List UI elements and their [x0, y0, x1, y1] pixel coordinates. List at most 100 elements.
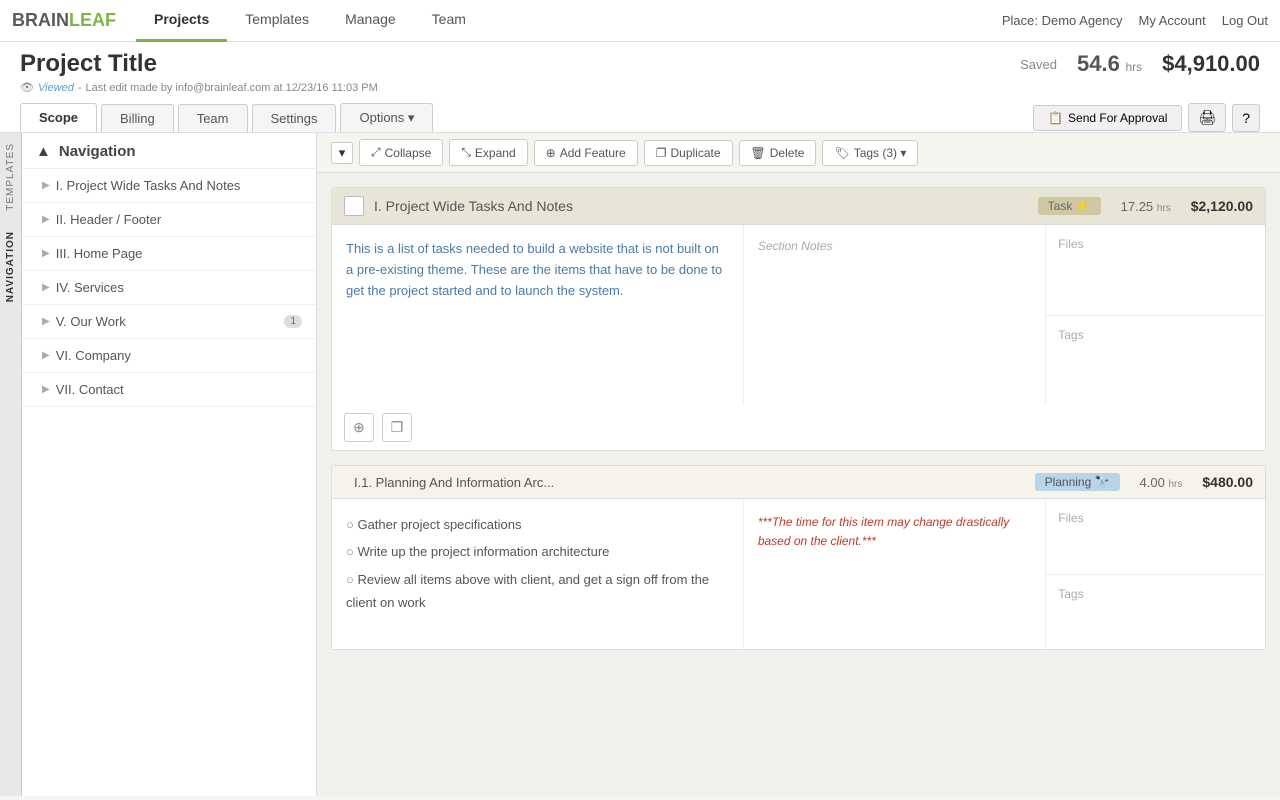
nav-item-3[interactable]: ▶ III. Home Page [22, 237, 316, 271]
nav-label-5: V. Our Work [56, 314, 126, 329]
nav-header: ▲ Navigation [22, 133, 316, 169]
nav-label-7: VII. Contact [56, 382, 124, 397]
section-2-task-list: Gather project specifications Write up t… [346, 513, 729, 615]
tab-scope[interactable]: Scope [20, 103, 97, 132]
nav-manage[interactable]: Manage [327, 0, 414, 42]
tab-settings[interactable]: Settings [252, 104, 337, 132]
meta-edit-info: Last edit made by info@brainleaf.com at … [86, 82, 378, 94]
vert-templates-label[interactable]: Templates [2, 133, 19, 221]
nav-items: ▶ I. Project Wide Tasks And Notes ▶ II. … [22, 169, 316, 796]
sidebar-vertical-labels: Templates Navigation [0, 133, 22, 796]
section-1-body: This is a list of tasks needed to build … [332, 225, 1265, 405]
tab-options[interactable]: Options ▾ [340, 103, 433, 132]
section-1-right: Files Tags [1046, 225, 1265, 405]
tab-bar-right: 📋 Send For Approval 🖨 ? [1013, 103, 1260, 132]
nav-arrow-4: ▶ [42, 282, 50, 293]
nav-title: Navigation [59, 143, 136, 160]
tags-label: Tags (3) ▾ [854, 146, 907, 160]
section-1-header: I. Project Wide Tasks And Notes Task ⚡ 1… [332, 188, 1265, 225]
place-label: Place: Demo Agency [1002, 13, 1123, 28]
section-1-notes[interactable]: Section Notes [744, 225, 1046, 405]
nav-arrow-1: ▶ [42, 180, 50, 191]
nav-item-2[interactable]: ▶ II. Header / Footer [22, 203, 316, 237]
nav-item-6[interactable]: ▶ VI. Company [22, 339, 316, 373]
section-1-description[interactable]: This is a list of tasks needed to build … [332, 225, 744, 405]
nav-item-5[interactable]: ▶ V. Our Work 1 [22, 305, 316, 339]
my-account-link[interactable]: My Account [1139, 13, 1206, 28]
nav-arrow-6: ▶ [42, 350, 50, 361]
nav-item-7[interactable]: ▶ VII. Contact [22, 373, 316, 407]
vert-navigation-label[interactable]: Navigation [2, 221, 19, 312]
nav-label-4: IV. Services [56, 280, 124, 295]
top-nav-right: Place: Demo Agency My Account Log Out [1002, 13, 1268, 28]
section-2-header: I.1. Planning And Information Arc... Pla… [332, 466, 1265, 499]
meta-dash: - [78, 82, 82, 94]
section-2-price: $480.00 [1202, 474, 1253, 490]
tags-icon: 🏷 [834, 146, 849, 160]
nav-item-1[interactable]: ▶ I. Project Wide Tasks And Notes [22, 169, 316, 203]
logout-link[interactable]: Log Out [1222, 13, 1268, 28]
nav-arrow-5: ▶ [42, 316, 50, 327]
nav-collapse-icon[interactable]: ▲ [36, 143, 51, 160]
section-1-actions: ⊕ ❐ [332, 405, 1265, 450]
section-1-files[interactable]: Files [1046, 225, 1265, 316]
delete-label: Delete [770, 146, 805, 160]
nav-item-4[interactable]: ▶ IV. Services [22, 271, 316, 305]
select-all-checkbox[interactable]: ▾ [331, 142, 353, 164]
expand-label: Expand [475, 146, 516, 160]
content-toolbar: ▾ ⤢ Collapse ⤡ Expand ⊕ Add Feature ❐ Du… [317, 133, 1280, 173]
duplicate-label: Duplicate [671, 146, 721, 160]
section-2-files[interactable]: Files [1046, 499, 1265, 575]
tab-billing[interactable]: Billing [101, 104, 174, 132]
task-item-1: Gather project specifications [346, 513, 729, 536]
section-1-badge: Task ⚡ [1038, 197, 1101, 215]
viewed-label: Viewed [38, 82, 74, 94]
collapse-button[interactable]: ⤢ Collapse [359, 139, 443, 166]
tags-button[interactable]: 🏷 Tags (3) ▾ [822, 140, 918, 166]
nav-label-2: II. Header / Footer [56, 212, 162, 227]
send-approval-icon: 📋 [1048, 111, 1063, 125]
nav-label-6: VI. Company [56, 348, 131, 363]
expand-icon: ⤡ [461, 145, 471, 160]
top-nav-links: Projects Templates Manage Team [136, 0, 1002, 42]
nav-team[interactable]: Team [414, 0, 484, 42]
section-1-title: I. Project Wide Tasks And Notes [374, 198, 1028, 214]
collapse-label: Collapse [385, 146, 432, 160]
project-title-row: Project Title Saved 54.6 hrs $4,910.00 [20, 50, 1260, 78]
project-title: Project Title [20, 50, 157, 78]
section-1-price: $2,120.00 [1191, 198, 1253, 214]
tab-team[interactable]: Team [178, 104, 248, 132]
logo-brain: BRAIN [12, 10, 69, 30]
section-add-icon-btn[interactable]: ⊕ [344, 413, 374, 442]
project-stats: Saved 54.6 hrs $4,910.00 [1020, 51, 1260, 77]
add-feature-button[interactable]: ⊕ Add Feature [534, 140, 638, 166]
section-1-desc-text: This is a list of tasks needed to build … [346, 241, 722, 298]
collapse-icon: ⤢ [371, 145, 381, 160]
section-2-desc: Gather project specifications Write up t… [332, 499, 744, 649]
duplicate-icon: ❐ [656, 146, 667, 160]
print-button[interactable]: 🖨 [1188, 103, 1226, 132]
saved-label: Saved [1020, 57, 1057, 72]
tab-bar: Scope Billing Team Settings Options ▾ 📋 … [20, 97, 1260, 132]
nav-templates[interactable]: Templates [227, 0, 327, 42]
expand-button[interactable]: ⤡ Expand [449, 139, 527, 166]
section-2-title: I.1. Planning And Information Arc... [354, 475, 1025, 490]
nav-arrow-3: ▶ [42, 248, 50, 259]
nav-projects[interactable]: Projects [136, 0, 227, 42]
project-header: Project Title Saved 54.6 hrs $4,910.00 👁… [0, 42, 1280, 133]
section-2-body: Gather project specifications Write up t… [332, 499, 1265, 649]
section-2-card: I.1. Planning And Information Arc... Pla… [331, 465, 1266, 650]
nav-arrow-2: ▶ [42, 214, 50, 225]
add-feature-icon: ⊕ [546, 146, 556, 160]
section-2-tags[interactable]: Tags [1046, 575, 1265, 650]
nav-count-5: 1 [284, 315, 302, 328]
section-1-checkbox[interactable] [344, 196, 364, 216]
send-approval-button[interactable]: 📋 Send For Approval [1033, 105, 1182, 131]
delete-button[interactable]: 🗑 Delete [739, 140, 817, 166]
top-nav: BRAINLEAF Projects Templates Manage Team… [0, 0, 1280, 42]
duplicate-button[interactable]: ❐ Duplicate [644, 140, 733, 166]
section-2-notes[interactable]: ***The time for this item may change dra… [744, 499, 1046, 649]
section-copy-icon-btn[interactable]: ❐ [382, 413, 413, 442]
help-button[interactable]: ? [1232, 104, 1260, 132]
section-1-tags[interactable]: Tags [1046, 316, 1265, 406]
